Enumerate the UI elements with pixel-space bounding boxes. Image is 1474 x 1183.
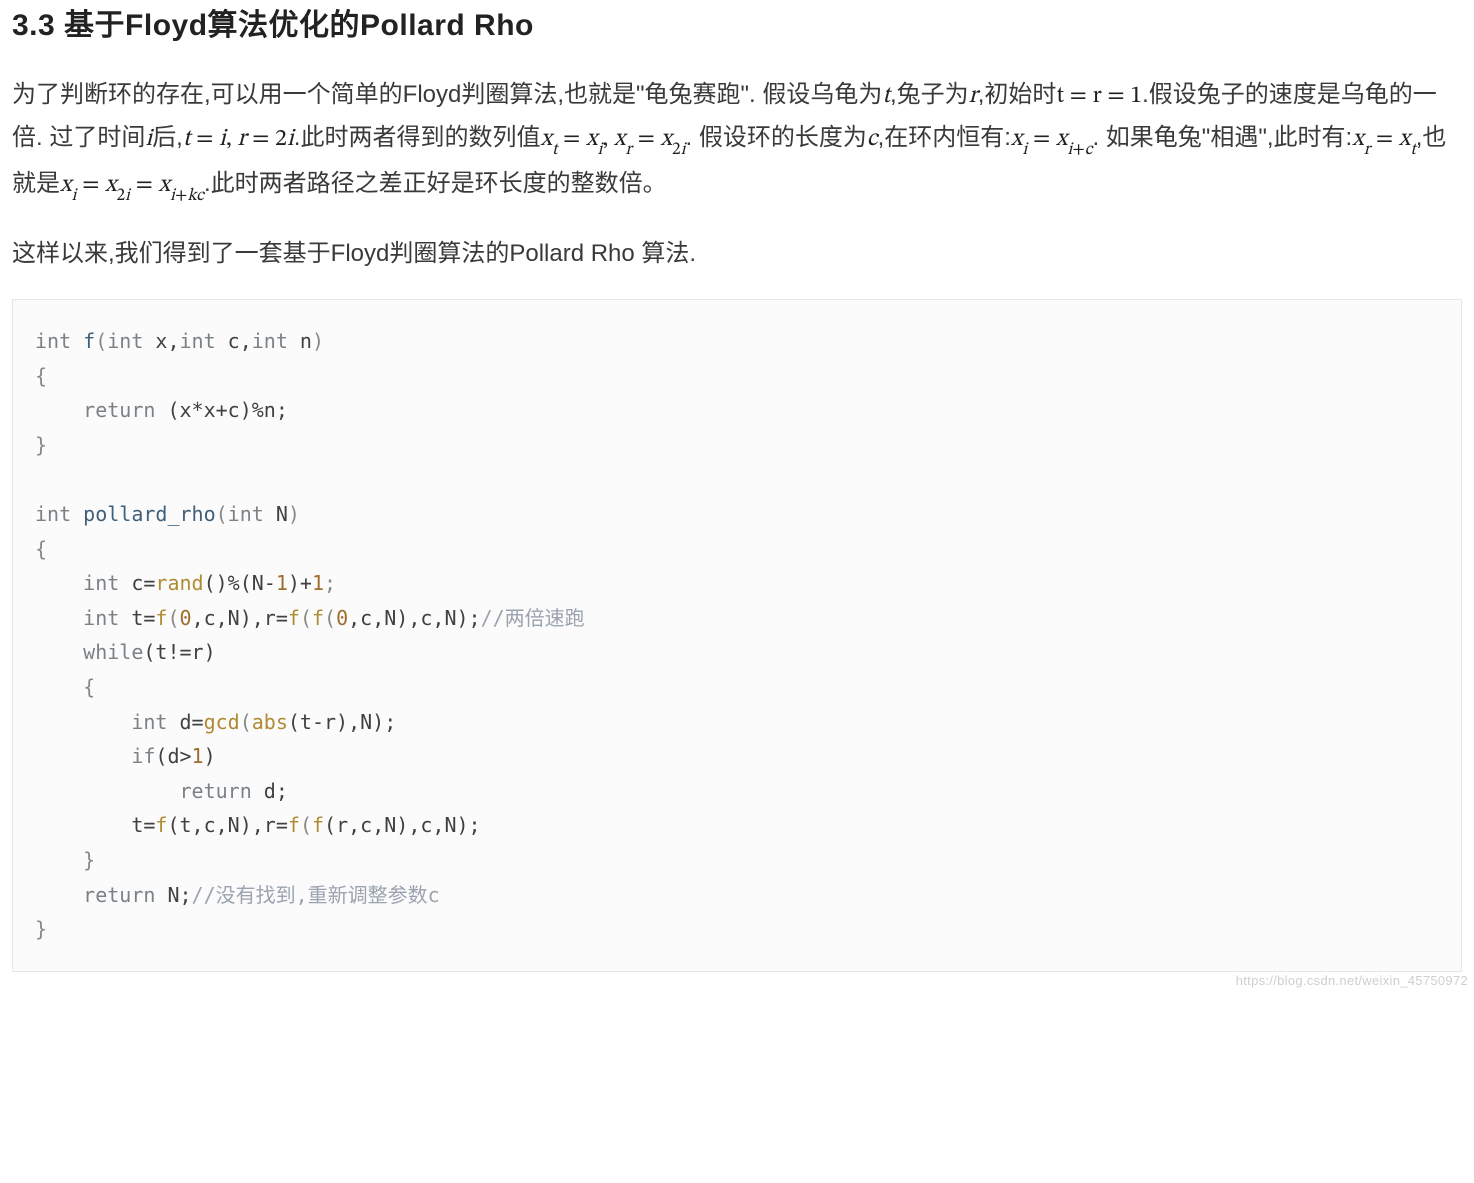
code-number: 1 <box>312 571 324 595</box>
code-expr: )+ <box>288 571 312 595</box>
paragraph-2: 这样以来,我们得到了一套基于Floyd判圈算法的Pollard Rho 算法. <box>12 233 1462 275</box>
code-var: d= <box>167 710 203 734</box>
code-punct: ( <box>95 329 107 353</box>
watermark-text: https://blog.csdn.net/weixin_45750972 <box>1236 973 1468 988</box>
code-expr: ,c,N),c,N); <box>348 606 480 630</box>
code-brace: } <box>35 433 47 457</box>
code-block[interactable]: int f(int x,int c,int n) { return (x*x+c… <box>12 299 1462 972</box>
code-expr: (r,c,N),c,N); <box>324 813 481 837</box>
code-keyword: int <box>35 329 71 353</box>
code-number: 1 <box>192 744 204 768</box>
code-cond: (d> <box>155 744 191 768</box>
code-number: 1 <box>276 571 288 595</box>
code-fn-name: f <box>83 329 95 353</box>
code-keyword: while <box>83 640 143 664</box>
section-heading: 3.3 基于Floyd算法优化的Pollard Rho <box>12 0 1462 44</box>
code-call: f <box>288 813 300 837</box>
code-number: 0 <box>180 606 192 630</box>
code-call: f <box>288 606 300 630</box>
code-punct: ( <box>240 710 252 734</box>
text: 为了判断环的存在,可以用一个简单的Floyd判圈算法,也就是"龟兔赛跑". 假设… <box>12 81 882 108</box>
math-r: r <box>969 84 978 108</box>
math-equal-chain: xi = x2i = xi+kc <box>60 173 204 197</box>
code-call: rand <box>155 571 203 595</box>
code-expr: (x*x+c)%n; <box>155 398 287 422</box>
code-expr: ,c,N),r= <box>192 606 288 630</box>
code-call: f <box>312 606 324 630</box>
code-keyword: int <box>180 329 216 353</box>
code-punct: ( <box>300 813 312 837</box>
code-comment: //两倍速跑 <box>481 606 585 630</box>
code-var: t= <box>119 606 155 630</box>
code-punct: ) <box>312 329 324 353</box>
code-keyword: int <box>252 329 288 353</box>
code-number: 0 <box>336 606 348 630</box>
text: .此时两者路径之差正好是环长度的整数倍。 <box>204 170 667 197</box>
code-expr: t= <box>35 813 155 837</box>
math-meet: xr = xt <box>1352 127 1416 151</box>
code-var: x, <box>143 329 179 353</box>
code-var: N <box>264 502 288 526</box>
math-xt-xi: xt = xi, xr = x2i <box>540 127 685 151</box>
code-brace: { <box>35 537 47 561</box>
code-expr: ()%(N- <box>204 571 276 595</box>
code-expr: (t,c,N),r= <box>167 813 287 837</box>
code-var: c= <box>119 571 155 595</box>
code-brace: } <box>35 848 95 872</box>
code-punct: ( <box>300 606 312 630</box>
code-cond: (t!=r) <box>143 640 215 664</box>
code-call: f <box>155 813 167 837</box>
code-keyword: return <box>180 779 252 803</box>
code-call: f <box>155 606 167 630</box>
code-keyword: int <box>107 329 143 353</box>
code-expr: d; <box>252 779 288 803</box>
code-keyword: int <box>83 571 119 595</box>
text: . 假设环的长度为 <box>686 124 867 151</box>
code-keyword: int <box>83 606 119 630</box>
text: ,在环内恒有: <box>878 124 1011 151</box>
code-call: f <box>312 813 324 837</box>
text: . 如果龟兔"相遇",此时有: <box>1092 124 1352 151</box>
code-keyword: int <box>131 710 167 734</box>
code-call: gcd <box>204 710 240 734</box>
paragraph-1: 为了判断环的存在,可以用一个简单的Floyd判圈算法,也就是"龟兔赛跑". 假设… <box>12 74 1462 209</box>
code-brace: } <box>35 917 47 941</box>
code-keyword: if <box>131 744 155 768</box>
code-brace: { <box>35 675 95 699</box>
code-punct: ) <box>288 502 300 526</box>
code-punct: ( <box>167 606 179 630</box>
code-var: n <box>288 329 312 353</box>
code-brace: { <box>35 364 47 388</box>
code-keyword: int <box>228 502 264 526</box>
code-punct: ; <box>324 571 336 595</box>
math-c: c <box>867 127 878 151</box>
text: .此时两者得到的数列值 <box>294 124 541 151</box>
code-fn-name: pollard_rho <box>83 502 215 526</box>
math-cycle: xi = xi+c <box>1011 127 1093 151</box>
code-keyword: int <box>35 502 71 526</box>
code-punct: ( <box>216 502 228 526</box>
math-t: t <box>882 84 890 108</box>
code-expr: N; <box>155 883 191 907</box>
math-init: t = r = 1 <box>1056 84 1142 108</box>
code-keyword: return <box>83 398 155 422</box>
text: ,兔子为 <box>890 81 969 108</box>
code-keyword: return <box>83 883 155 907</box>
code-call: abs <box>252 710 288 734</box>
code-punct: ( <box>324 606 336 630</box>
math-after: t = i, r = 2i <box>183 127 294 151</box>
code-cond: ) <box>204 744 216 768</box>
text: 后, <box>152 124 183 151</box>
code-comment: //没有找到,重新调整参数c <box>192 883 440 907</box>
text: ,初始时 <box>978 81 1057 108</box>
code-expr: (t-r),N); <box>288 710 396 734</box>
code-var: c, <box>216 329 252 353</box>
